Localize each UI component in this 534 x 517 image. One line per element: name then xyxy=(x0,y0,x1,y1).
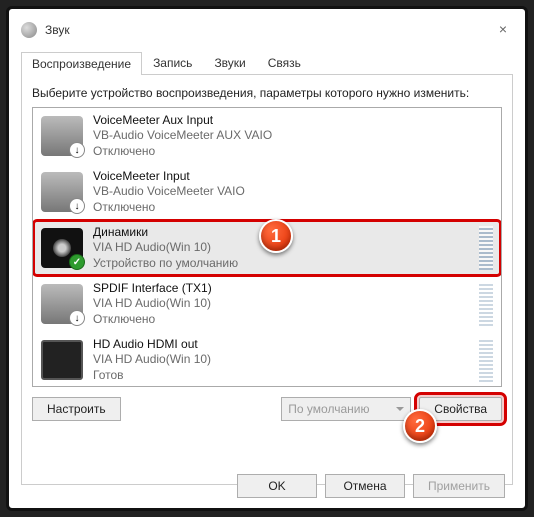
device-icon xyxy=(41,116,83,156)
cancel-button[interactable]: Отмена xyxy=(325,474,405,498)
level-meter xyxy=(479,282,493,326)
tab-sounds[interactable]: Звуки xyxy=(203,51,256,74)
arrow-down-icon xyxy=(69,198,85,214)
level-meter xyxy=(479,226,493,270)
annotation-2: 2 xyxy=(403,409,437,443)
device-sub: VB-Audio VoiceMeeter AUX VAIO xyxy=(93,128,493,144)
check-icon xyxy=(69,254,85,270)
playback-panel: Выберите устройство воспроизведения, пар… xyxy=(21,75,513,485)
device-name: HD Audio HDMI out xyxy=(93,337,473,353)
level-meter xyxy=(479,338,493,382)
device-icon xyxy=(41,172,83,212)
default-dropdown[interactable]: По умолчанию xyxy=(281,397,411,421)
tab-row: Воспроизведение Запись Звуки Связь xyxy=(21,51,513,75)
sound-icon xyxy=(21,22,37,38)
close-button[interactable]: × xyxy=(491,17,515,41)
device-status: Отключено xyxy=(93,200,493,216)
device-item[interactable]: HD Audio HDMI out VIA HD Audio(Win 10) Г… xyxy=(33,332,501,387)
device-status: Готов xyxy=(93,368,473,384)
tab-playback[interactable]: Воспроизведение xyxy=(21,52,142,75)
ok-button[interactable]: OK xyxy=(237,474,317,498)
device-item[interactable]: VoiceMeeter Aux Input VB-Audio VoiceMeet… xyxy=(33,108,501,164)
device-sub: VIA HD Audio(Win 10) xyxy=(93,296,473,312)
configure-button[interactable]: Настроить xyxy=(32,397,121,421)
device-status: Отключено xyxy=(93,312,473,328)
device-status: Устройство по умолчанию xyxy=(93,256,473,272)
annotation-1: 1 xyxy=(259,219,293,253)
device-icon xyxy=(41,284,83,324)
device-item[interactable]: SPDIF Interface (TX1) VIA HD Audio(Win 1… xyxy=(33,276,501,332)
arrow-down-icon xyxy=(69,142,85,158)
device-name: VoiceMeeter Aux Input xyxy=(93,113,493,129)
device-item[interactable]: VoiceMeeter Input VB-Audio VoiceMeeter V… xyxy=(33,164,501,220)
sound-dialog: Звук × Воспроизведение Запись Звуки Связ… xyxy=(6,6,528,511)
device-status: Отключено xyxy=(93,144,493,160)
device-name: SPDIF Interface (TX1) xyxy=(93,281,473,297)
arrow-down-icon xyxy=(69,310,85,326)
tab-comm[interactable]: Связь xyxy=(257,51,312,74)
window-title: Звук xyxy=(45,23,70,37)
speaker-icon xyxy=(41,228,83,268)
instruction-text: Выберите устройство воспроизведения, пар… xyxy=(32,85,502,101)
titlebar: Звук xyxy=(21,15,513,45)
device-name: VoiceMeeter Input xyxy=(93,169,493,185)
dialog-buttons: OK Отмена Применить xyxy=(237,474,505,498)
apply-button[interactable]: Применить xyxy=(413,474,505,498)
device-sub: VB-Audio VoiceMeeter VAIO xyxy=(93,184,493,200)
tab-record[interactable]: Запись xyxy=(142,51,203,74)
device-sub: VIA HD Audio(Win 10) xyxy=(93,352,473,368)
monitor-icon xyxy=(41,340,83,380)
